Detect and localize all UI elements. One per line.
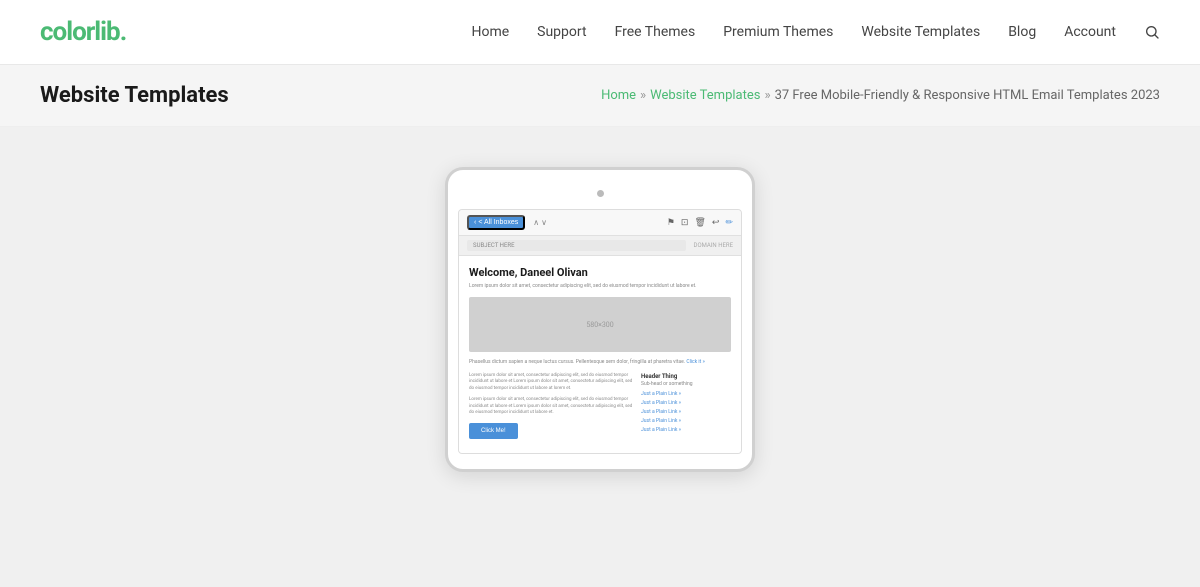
col-right-header: Header Thing bbox=[641, 373, 731, 380]
email-body: Welcome, Daneel Olivan Lorem ipsum dolor… bbox=[459, 256, 741, 453]
search-button[interactable] bbox=[1144, 24, 1160, 40]
nav-item-account[interactable]: Account bbox=[1064, 24, 1116, 40]
ipad-camera bbox=[597, 190, 604, 197]
email-col-right: Header Thing Sub-head or something Just … bbox=[641, 373, 731, 444]
email-intro: Lorem ipsum dolor sit amet, consectetur … bbox=[469, 283, 731, 290]
email-col-left: Lorem ipsum dolor sit amet, consectetur … bbox=[469, 373, 633, 444]
back-label: < All Inboxes bbox=[478, 219, 518, 226]
right-link-3[interactable]: Just a Plain Link » bbox=[641, 409, 731, 415]
nav-item-premium-themes[interactable]: Premium Themes bbox=[723, 24, 833, 40]
subject-row: SUBJECT HERE DOMAIN HERE bbox=[459, 236, 741, 256]
click-link[interactable]: Click it » bbox=[686, 359, 705, 365]
device-container: ‹ < All Inboxes ∧ ∨ ⚑ ⊡ 🗑 ↩ ✏ bbox=[445, 167, 755, 472]
search-icon bbox=[1144, 24, 1160, 40]
col-left-para1: Lorem ipsum dolor sit amet, consectetur … bbox=[469, 373, 633, 393]
breadcrumb-current: 37 Free Mobile-Friendly & Responsive HTM… bbox=[775, 88, 1160, 103]
site-logo[interactable]: colorlib. bbox=[40, 17, 126, 47]
flag-icon[interactable]: ⚑ bbox=[667, 218, 675, 228]
logo-dot: . bbox=[120, 17, 127, 47]
right-links: Just a Plain Link » Just a Plain Link » … bbox=[641, 391, 731, 433]
right-link-2[interactable]: Just a Plain Link » bbox=[641, 400, 731, 406]
nav-item-blog[interactable]: Blog bbox=[1008, 24, 1036, 40]
email-columns: Lorem ipsum dolor sit amet, consectetur … bbox=[469, 373, 731, 444]
nav-item-website-templates[interactable]: Website Templates bbox=[861, 24, 980, 40]
folder-icon[interactable]: ⊡ bbox=[681, 218, 689, 228]
breadcrumb-website-templates[interactable]: Website Templates bbox=[650, 88, 760, 103]
toolbar-icons: ⚑ ⊡ 🗑 ↩ ✏ bbox=[667, 218, 733, 228]
image-dimensions-label: 580×300 bbox=[586, 321, 613, 329]
chevron-down-icon[interactable]: ∨ bbox=[541, 218, 547, 227]
email-toolbar: ‹ < All Inboxes ∧ ∨ ⚑ ⊡ 🗑 ↩ ✏ bbox=[459, 210, 741, 236]
page-title: Website Templates bbox=[40, 83, 229, 108]
breadcrumb-home[interactable]: Home bbox=[601, 88, 636, 103]
col-right-subheader: Sub-head or something bbox=[641, 381, 731, 387]
breadcrumb-sep-1: » bbox=[640, 88, 646, 103]
trash-icon[interactable]: 🗑 bbox=[694, 218, 705, 228]
email-paragraph1: Phasellus dictum sapien a neque luctus c… bbox=[469, 359, 731, 367]
email-greeting: Welcome, Daneel Olivan bbox=[469, 266, 731, 279]
ipad-frame: ‹ < All Inboxes ∧ ∨ ⚑ ⊡ 🗑 ↩ ✏ bbox=[445, 167, 755, 472]
breadcrumb-sep-2: » bbox=[764, 88, 770, 103]
cta-button[interactable]: Click Me! bbox=[469, 423, 518, 439]
chevron-up-icon[interactable]: ∧ bbox=[533, 218, 539, 227]
main-nav: Home Support Free Themes Premium Themes … bbox=[471, 24, 1160, 40]
right-link-4[interactable]: Just a Plain Link » bbox=[641, 418, 731, 424]
main-content: ‹ < All Inboxes ∧ ∨ ⚑ ⊡ 🗑 ↩ ✏ bbox=[0, 127, 1200, 587]
breadcrumb: Home » Website Templates » 37 Free Mobil… bbox=[601, 88, 1160, 103]
right-link-1[interactable]: Just a Plain Link » bbox=[641, 391, 731, 397]
back-button[interactable]: ‹ < All Inboxes bbox=[467, 215, 525, 230]
nav-item-support[interactable]: Support bbox=[537, 24, 586, 40]
email-image-placeholder: 580×300 bbox=[469, 297, 731, 352]
sender-name: DOMAIN HERE bbox=[694, 242, 733, 249]
col-left-para2: Lorem ipsum dolor sit amet, consectetur … bbox=[469, 397, 633, 417]
nav-item-home[interactable]: Home bbox=[471, 24, 509, 40]
email-client: ‹ < All Inboxes ∧ ∨ ⚑ ⊡ 🗑 ↩ ✏ bbox=[458, 209, 742, 454]
breadcrumb-bar: Website Templates Home » Website Templat… bbox=[0, 65, 1200, 127]
nav-item-free-themes[interactable]: Free Themes bbox=[615, 24, 696, 40]
logo-text: colorlib bbox=[40, 17, 120, 47]
compose-icon[interactable]: ✏ bbox=[725, 218, 733, 228]
site-header: colorlib. Home Support Free Themes Premi… bbox=[0, 0, 1200, 65]
reply-icon[interactable]: ↩ bbox=[712, 218, 720, 228]
right-link-5[interactable]: Just a Plain Link » bbox=[641, 427, 731, 433]
subject-field: SUBJECT HERE bbox=[467, 240, 686, 251]
chevron-controls: ∧ ∨ bbox=[533, 218, 547, 227]
back-icon: ‹ bbox=[474, 219, 476, 226]
